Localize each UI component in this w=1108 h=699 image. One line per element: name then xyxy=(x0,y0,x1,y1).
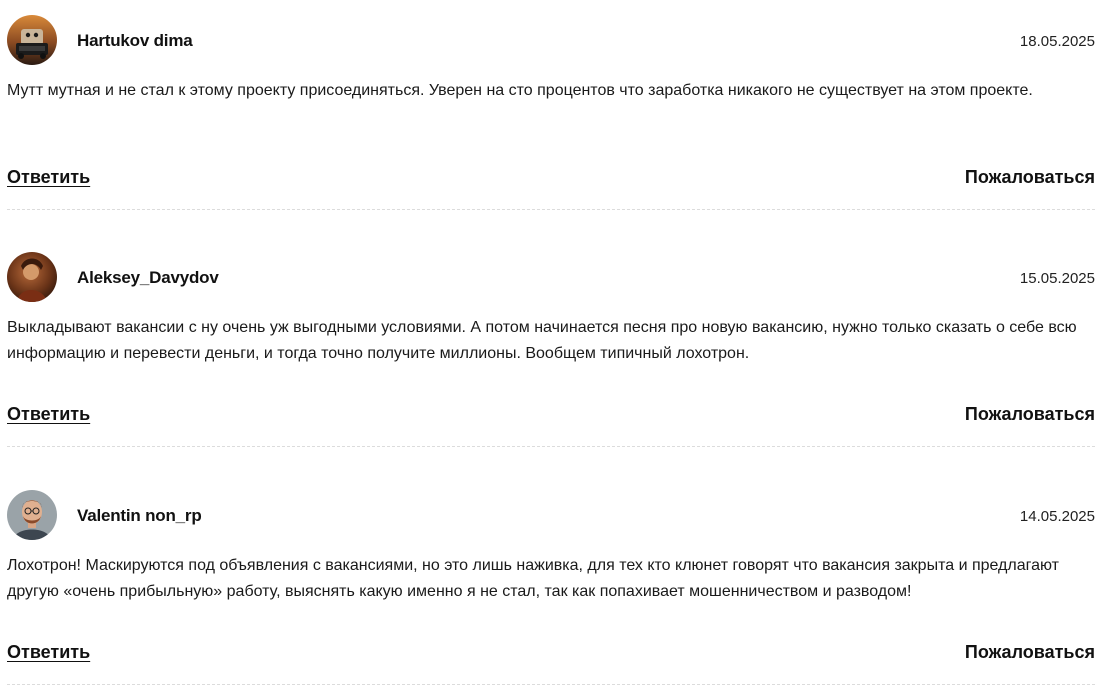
car-photo-avatar-icon xyxy=(7,15,57,65)
reply-link[interactable]: Ответить xyxy=(7,402,90,426)
comment-date: 18.05.2025 xyxy=(1019,33,1095,50)
comment-header: Hartukov dima 18.05.2025 xyxy=(7,15,1095,65)
avatar[interactable] xyxy=(7,490,57,540)
reply-link[interactable]: Ответить xyxy=(7,165,90,189)
comments-list: Hartukov dima 18.05.2025 Мутт мутная и н… xyxy=(0,0,1108,699)
avatar[interactable] xyxy=(7,15,57,65)
author-name: Valentin non_rp xyxy=(77,506,202,525)
comment-text: Лохотрон! Маскируются под объявления с в… xyxy=(7,557,1059,600)
comment-header: Valentin non_rp 14.05.2025 xyxy=(7,490,1095,540)
comment-item: Hartukov dima 18.05.2025 Мутт мутная и н… xyxy=(7,0,1095,210)
author-name: Aleksey_Davydov xyxy=(77,268,219,287)
comment-text: Выкладывают вакансии с ну очень уж выгод… xyxy=(7,319,1077,362)
author-name: Hartukov dima xyxy=(77,31,193,50)
complain-link[interactable]: Пожаловаться xyxy=(965,640,1095,664)
comment-date: 14.05.2025 xyxy=(1019,508,1095,525)
comment-header: Aleksey_Davydov 15.05.2025 xyxy=(7,252,1095,302)
painting-avatar-icon xyxy=(7,252,57,302)
avatar[interactable] xyxy=(7,252,57,302)
complain-link[interactable]: Пожаловаться xyxy=(965,165,1095,189)
reply-link[interactable]: Ответить xyxy=(7,640,90,664)
complain-link[interactable]: Пожаловаться xyxy=(965,402,1095,426)
comment-date: 15.05.2025 xyxy=(1019,270,1095,287)
comment-item: Valentin non_rp 14.05.2025 Лохотрон! Мас… xyxy=(7,475,1095,685)
man-portrait-avatar-icon xyxy=(7,490,57,540)
comment-text: Мутт мутная и не стал к этому проекту пр… xyxy=(7,82,1033,99)
comment-item: Aleksey_Davydov 15.05.2025 Выкладывают в… xyxy=(7,237,1095,447)
